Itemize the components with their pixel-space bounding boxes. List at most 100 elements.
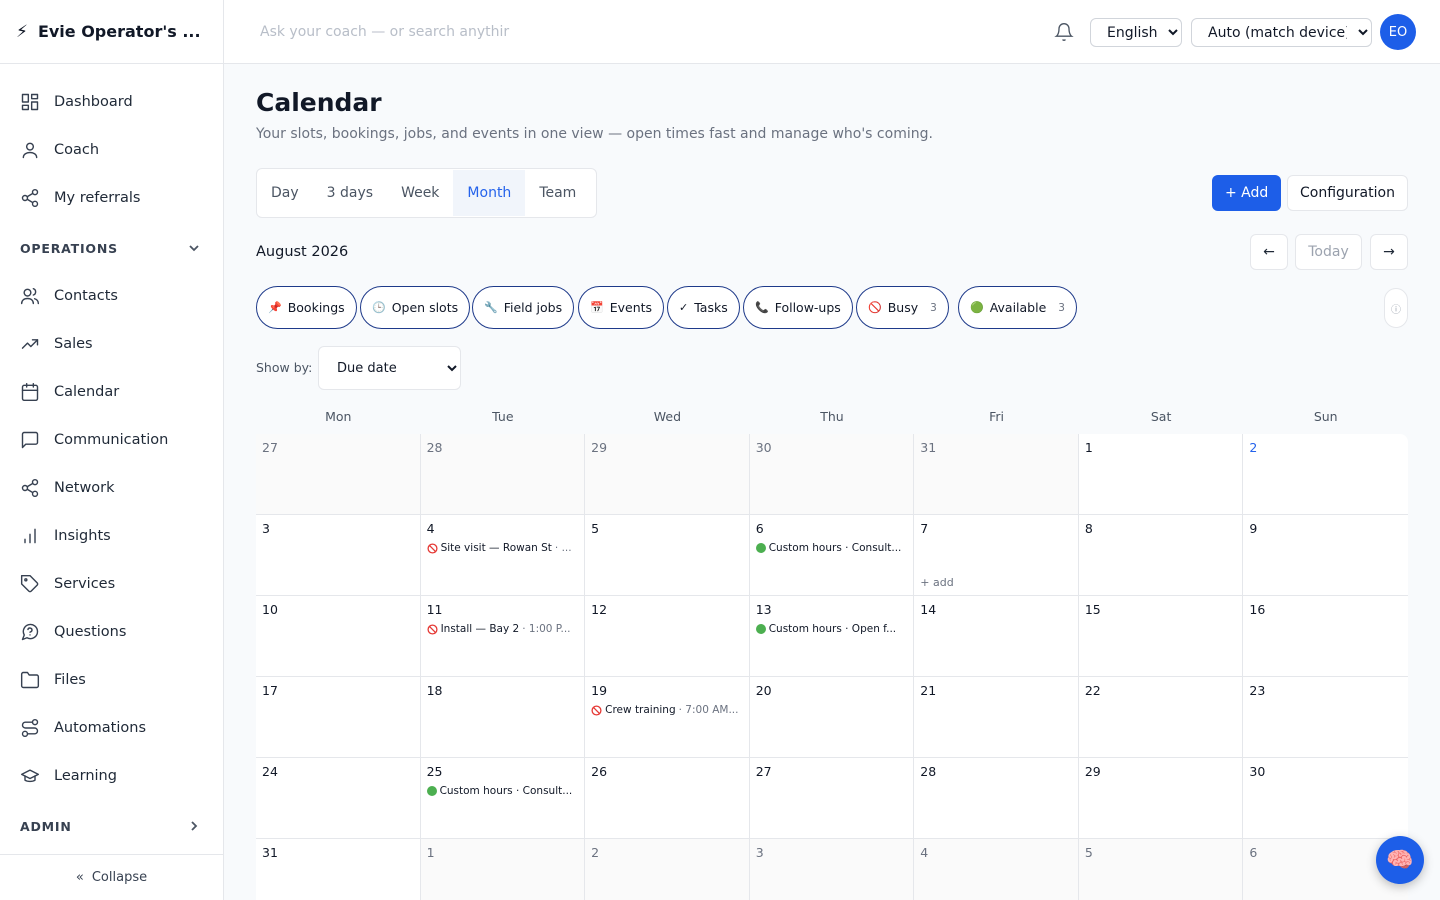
filter-chip-bookings[interactable]: 📌 Bookings xyxy=(256,286,357,329)
calendar-day-cell[interactable]: 16 xyxy=(1243,596,1408,676)
add-button[interactable]: + Add xyxy=(1212,175,1282,211)
calendar-day-cell[interactable]: 20 xyxy=(750,677,915,757)
tab-team[interactable]: Team xyxy=(525,170,590,216)
sidebar-item-network[interactable]: Network xyxy=(0,464,223,512)
section-header-admin[interactable]: ADMIN xyxy=(0,802,223,850)
calendar-day-cell[interactable]: 5 xyxy=(585,515,750,595)
calendar-day-cell[interactable]: 2 xyxy=(1243,434,1408,514)
calendar-day-cell[interactable]: 4 Site visit — Rowan St · ... xyxy=(421,515,586,595)
avatar[interactable]: EO xyxy=(1380,14,1416,50)
show-by-select[interactable]: Due date xyxy=(318,346,461,390)
calendar-day-cell[interactable]: 29 xyxy=(585,434,750,514)
sidebar-item-calendar[interactable]: Calendar xyxy=(0,368,223,416)
calendar-day-cell[interactable]: 13 Custom hours · Open f... xyxy=(750,596,915,676)
brand[interactable]: ⚡ Evie Operator's ... xyxy=(0,0,223,64)
calendar-day-cell[interactable]: 1 xyxy=(420,839,586,900)
calendar-icon: 📅 xyxy=(590,301,604,314)
calendar-day-cell[interactable]: 27 xyxy=(750,758,915,838)
calendar-day-cell[interactable]: 2 xyxy=(585,839,750,900)
next-month-button[interactable]: → xyxy=(1370,234,1408,270)
day-number: 6 xyxy=(755,521,764,536)
sidebar-item-automations[interactable]: Automations xyxy=(0,704,223,752)
sidebar-item-learning[interactable]: Learning xyxy=(0,752,223,800)
calendar-day-cell[interactable]: 30 xyxy=(1243,758,1408,838)
calendar-day-cell[interactable]: 12 xyxy=(585,596,750,676)
day-number: 21 xyxy=(920,683,937,698)
sidebar-item-communication[interactable]: Communication xyxy=(0,416,223,464)
tab-week[interactable]: Week xyxy=(387,170,453,216)
calendar-day-cell[interactable]: 30 xyxy=(749,434,915,514)
bell-icon[interactable] xyxy=(1054,22,1074,42)
calendar-day-cell[interactable]: 8 xyxy=(1079,515,1244,595)
calendar-day-cell[interactable]: 10 xyxy=(256,596,421,676)
sidebar-item-my-referrals[interactable]: My referrals xyxy=(0,174,223,222)
calendar-day-cell[interactable]: 27 xyxy=(256,434,421,514)
sidebar-item-sales[interactable]: Sales xyxy=(0,320,223,368)
calendar-event-available[interactable]: Custom hours · Consult... xyxy=(755,542,906,554)
today-button[interactable]: Today xyxy=(1295,234,1362,270)
calendar-day-cell[interactable]: 23 xyxy=(1243,677,1408,757)
sidebar-item-insights[interactable]: Insights xyxy=(0,512,223,560)
calendar-day-cell[interactable]: 4 xyxy=(914,839,1079,900)
main-content: Calendar Your slots, bookings, jobs, and… xyxy=(224,64,1440,900)
calendar-day-cell[interactable]: 3 xyxy=(749,839,915,900)
calendar-day-cell[interactable]: 15 xyxy=(1079,596,1244,676)
calendar-day-cell[interactable]: 7 + add xyxy=(914,515,1079,595)
filter-chip-follow-ups[interactable]: 📞 Follow-ups xyxy=(743,286,853,329)
tab-3-days[interactable]: 3 days xyxy=(313,170,387,216)
calendar-day-cell[interactable]: 21 xyxy=(914,677,1079,757)
calendar-day-cell[interactable]: 28 xyxy=(914,758,1079,838)
coach-fab-button[interactable]: 🧠 xyxy=(1376,836,1424,884)
sidebar-item-services[interactable]: Services xyxy=(0,560,223,608)
filter-chip-busy[interactable]: 🚫 Busy 3 xyxy=(856,286,949,329)
info-icon[interactable]: ⓘ xyxy=(1384,288,1408,328)
calendar-event-busy[interactable]: Site visit — Rowan St · ... xyxy=(427,542,577,554)
sidebar-item-coach[interactable]: Coach xyxy=(0,126,223,174)
filter-chip-tasks[interactable]: ✓ Tasks xyxy=(667,286,740,329)
calendar-day-cell[interactable]: 6 Custom hours · Consult... xyxy=(750,515,915,595)
calendar-day-cell[interactable]: 19 Crew training · 7:00 AM... xyxy=(585,677,750,757)
section-header-operations[interactable]: OPERATIONS xyxy=(0,224,223,272)
tab-month[interactable]: Month xyxy=(453,170,526,216)
sidebar-item-dashboard[interactable]: Dashboard xyxy=(0,78,223,126)
filter-chip-field-jobs[interactable]: 🔧 Field jobs xyxy=(472,286,575,329)
filter-chip-available[interactable]: 🟢 Available 3 xyxy=(958,286,1077,329)
calendar-day-cell[interactable]: 14 xyxy=(914,596,1079,676)
topbar: English Auto (match device) EO xyxy=(224,0,1440,64)
calendar-event-available[interactable]: Custom hours · Open f... xyxy=(755,623,906,635)
calendar-day-cell[interactable]: 26 xyxy=(585,758,750,838)
calendar-day-cell[interactable]: 28 xyxy=(420,434,586,514)
calendar-day-cell[interactable]: 11 Install — Bay 2 · 1:00 P... xyxy=(421,596,586,676)
filter-chip-open-slots[interactable]: 🕒 Open slots xyxy=(360,286,471,329)
calendar-event-busy[interactable]: Crew training · 7:00 AM... xyxy=(591,704,741,716)
calendar-day-cell[interactable]: 5 xyxy=(1078,839,1244,900)
sidebar-item-files[interactable]: Files xyxy=(0,656,223,704)
calendar-day-cell[interactable]: 24 xyxy=(256,758,421,838)
collapse-button[interactable]: « Collapse xyxy=(0,854,223,900)
calendar-day-cell[interactable]: 22 xyxy=(1079,677,1244,757)
calendar-day-cell[interactable]: 31 xyxy=(914,434,1079,514)
weekday-sat: Sat xyxy=(1150,409,1172,424)
calendar-day-cell[interactable]: 31 xyxy=(256,839,421,900)
calendar-day-cell[interactable]: 3 xyxy=(256,515,421,595)
calendar-day-cell[interactable]: 25 Custom hours · Consult... xyxy=(421,758,586,838)
language-select[interactable]: English xyxy=(1090,18,1182,47)
theme-select[interactable]: Auto (match device) xyxy=(1191,18,1372,47)
prev-month-button[interactable]: ← xyxy=(1250,234,1288,270)
search-input[interactable] xyxy=(260,20,520,44)
event-time: · 7:00 AM... xyxy=(678,704,739,716)
calendar-day-cell[interactable]: 9 xyxy=(1243,515,1408,595)
calendar-day-cell[interactable]: 17 xyxy=(256,677,421,757)
sidebar-item-contacts[interactable]: Contacts xyxy=(0,272,223,320)
filter-chip-events[interactable]: 📅 Events xyxy=(578,286,665,329)
calendar-day-cell[interactable]: 29 xyxy=(1079,758,1244,838)
configuration-button[interactable]: Configuration xyxy=(1287,175,1408,211)
sidebar-item-questions[interactable]: Questions xyxy=(0,608,223,656)
calendar-day-cell[interactable]: 1 xyxy=(1079,434,1244,514)
sidebar-item-label: Services xyxy=(54,576,116,592)
calendar-event-busy[interactable]: Install — Bay 2 · 1:00 P... xyxy=(427,623,577,635)
add-event-link[interactable]: + add xyxy=(920,576,953,589)
calendar-day-cell[interactable]: 18 xyxy=(421,677,586,757)
calendar-event-available[interactable]: Custom hours · Consult... xyxy=(426,785,577,797)
tab-day[interactable]: Day xyxy=(257,170,313,216)
